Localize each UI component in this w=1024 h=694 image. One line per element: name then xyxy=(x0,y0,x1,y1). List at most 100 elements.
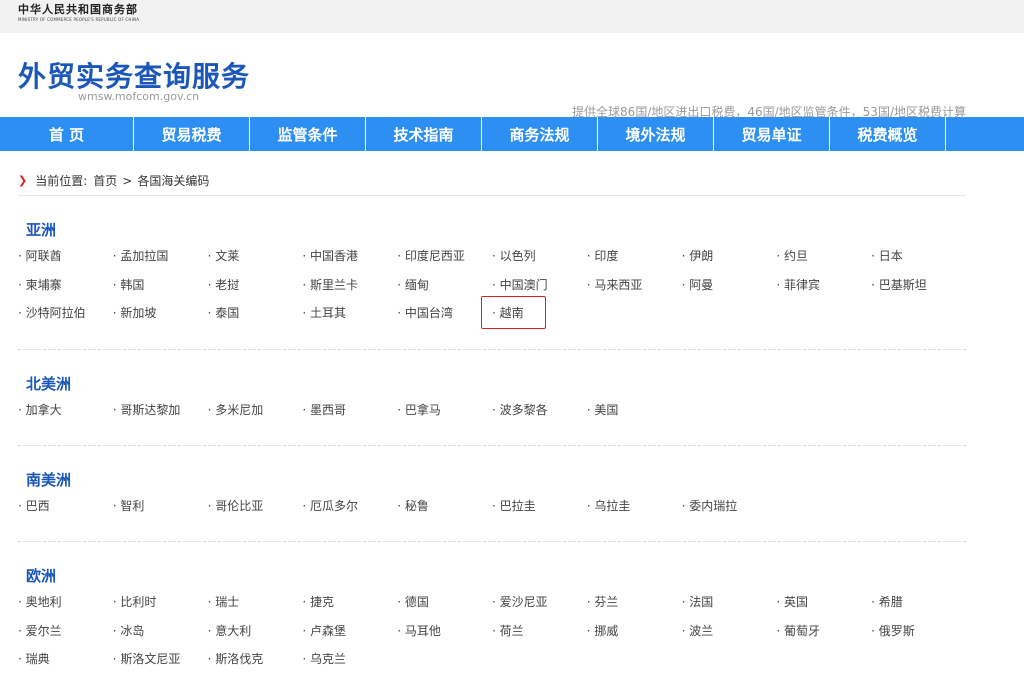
country-link[interactable]: · 英国 xyxy=(776,596,871,625)
country-link-highlighted[interactable]: · 越南 xyxy=(481,296,587,336)
country-link[interactable]: · 文莱 xyxy=(208,250,303,279)
country-link[interactable]: · 波多黎各 xyxy=(492,404,587,433)
country-link[interactable]: · 马来西亚 xyxy=(587,279,682,308)
country-grid-north-america: · 加拿大 · 哥斯达黎加 · 多米尼加 · 墨西哥 · 巴拿马 · 波多黎各 · 美国 xyxy=(18,404,966,433)
country-link[interactable]: · 乌拉圭 xyxy=(587,500,682,529)
nav-trade-tax[interactable]: 贸易税费 xyxy=(134,117,250,151)
region-title-europe: 欧洲 xyxy=(26,567,57,585)
region-north-america: 北美洲 · 加拿大 · 哥斯达黎加 · 多米尼加 · 墨西哥 · 巴拿马 · 波多黎各 · … xyxy=(18,373,966,433)
nav-home[interactable]: 首 页 xyxy=(0,117,134,151)
region-title-south-america: 南美洲 xyxy=(26,471,72,489)
country-link[interactable]: · 奥地利 xyxy=(18,596,113,625)
country-link[interactable]: · 爱沙尼亚 xyxy=(492,596,587,625)
country-link[interactable]: · 德国 xyxy=(397,596,492,625)
country-link[interactable]: · 智利 xyxy=(113,500,208,529)
country-link[interactable]: · 葡萄牙 xyxy=(776,625,871,654)
country-link[interactable]: · 马耳他 xyxy=(397,625,492,654)
country-link[interactable]: · 沙特阿拉伯 xyxy=(18,307,113,336)
ministry-logo[interactable]: 中华人民共和国商务部 MINISTRY OF COMMERCE PEOPLE'S… xyxy=(18,4,139,22)
country-link[interactable]: · 乌克兰 xyxy=(302,653,397,682)
nav-regulatory-conditions[interactable]: 监管条件 xyxy=(250,117,366,151)
country-link[interactable]: · 斯洛文尼亚 xyxy=(113,653,208,682)
chevron-right-icon: ❯ xyxy=(18,174,28,187)
country-grid-europe: · 奥地利 · 比利时 · 瑞士 · 捷克 · 德国 · 爱沙尼亚 · 芬兰 · 法国 · 英国… xyxy=(18,596,966,682)
country-link[interactable]: · 加拿大 xyxy=(18,404,113,433)
country-link[interactable]: · 意大利 xyxy=(208,625,303,654)
nav-technical-guide[interactable]: 技术指南 xyxy=(366,117,482,151)
site-domain: wmsw.mofcom.gov.cn xyxy=(78,90,200,103)
country-link[interactable]: · 韩国 xyxy=(113,279,208,308)
breadcrumb-separator: > xyxy=(122,173,133,188)
country-link[interactable]: · 爱尔兰 xyxy=(18,625,113,654)
country-link[interactable]: · 美国 xyxy=(587,404,682,433)
country-link[interactable]: · 阿联酋 xyxy=(18,250,113,279)
region-south-america: 南美洲 · 巴西 · 智利 · 哥伦比亚 · 厄瓜多尔 · 秘鲁 · 巴拉圭 · 乌拉圭 · … xyxy=(18,469,966,529)
nav-foreign-regulations[interactable]: 境外法规 xyxy=(598,117,714,151)
country-link[interactable]: · 委内瑞拉 xyxy=(682,500,777,529)
region-divider xyxy=(18,541,966,542)
main-nav: 首 页 贸易税费 监管条件 技术指南 商务法规 境外法规 贸易单证 税费概览 xyxy=(0,117,1024,151)
country-link[interactable]: · 巴西 xyxy=(18,500,113,529)
region-europe: 欧洲 · 奥地利 · 比利时 · 瑞士 · 捷克 · 德国 · 爱沙尼亚 · 芬兰 · 法国 ·… xyxy=(18,565,966,682)
site-description: 提供全球86国/地区进出口税费，46国/地区监管条件，53国/地区税费计算 xyxy=(572,105,966,119)
country-link[interactable]: · 菲律宾 xyxy=(776,279,871,308)
region-title-north-america: 北美洲 xyxy=(26,375,72,393)
country-link[interactable]: · 巴拿马 xyxy=(397,404,492,433)
country-link[interactable]: · 约旦 xyxy=(776,250,871,279)
top-bar: 中华人民共和国商务部 MINISTRY OF COMMERCE PEOPLE'S… xyxy=(0,0,1024,33)
country-link[interactable]: · 捷克 xyxy=(302,596,397,625)
breadcrumb: ❯ 当前位置: 首页 > 各国海关编码 xyxy=(18,172,966,189)
country-link[interactable]: · 哥斯达黎加 xyxy=(113,404,208,433)
region-asia: 亚洲 · 阿联酋 · 孟加拉国 · 文莱 · 中国香港 · 印度尼西亚 · 以色列 · 印度… xyxy=(18,219,966,336)
breadcrumb-current: 各国海关编码 xyxy=(137,174,210,188)
country-link[interactable]: · 伊朗 xyxy=(682,250,777,279)
country-link[interactable]: · 比利时 xyxy=(113,596,208,625)
country-link[interactable]: · 波兰 xyxy=(682,625,777,654)
country-link[interactable]: · 多米尼加 xyxy=(208,404,303,433)
country-link[interactable]: · 斯里兰卡 xyxy=(302,279,397,308)
country-link[interactable]: · 芬兰 xyxy=(587,596,682,625)
country-link[interactable]: · 缅甸 xyxy=(397,279,492,308)
country-link[interactable]: · 瑞典 xyxy=(18,653,113,682)
country-link[interactable]: · 挪威 xyxy=(587,625,682,654)
country-link[interactable]: · 中国台湾 xyxy=(397,307,492,336)
country-link[interactable]: · 日本 xyxy=(871,250,966,279)
country-link[interactable]: · 中国香港 xyxy=(302,250,397,279)
country-link[interactable]: · 哥伦比亚 xyxy=(208,500,303,529)
country-link[interactable]: · 斯洛伐克 xyxy=(208,653,303,682)
country-link[interactable]: · 泰国 xyxy=(208,307,303,336)
country-link[interactable]: · 印度尼西亚 xyxy=(397,250,492,279)
country-link[interactable]: · 厄瓜多尔 xyxy=(302,500,397,529)
country-link[interactable]: · 希腊 xyxy=(871,596,966,625)
country-link[interactable]: · 秘鲁 xyxy=(397,500,492,529)
nav-commerce-regulations[interactable]: 商务法规 xyxy=(482,117,598,151)
country-link[interactable]: · 柬埔寨 xyxy=(18,279,113,308)
country-link[interactable]: · 阿曼 xyxy=(682,279,777,308)
country-grid-asia: · 阿联酋 · 孟加拉国 · 文莱 · 中国香港 · 印度尼西亚 · 以色列 · 印度 · 伊… xyxy=(18,250,966,336)
country-link[interactable]: · 以色列 xyxy=(492,250,587,279)
nav-tax-overview[interactable]: 税费概览 xyxy=(830,117,946,151)
breadcrumb-divider xyxy=(18,195,966,196)
country-link[interactable]: · 卢森堡 xyxy=(302,625,397,654)
site-title[interactable]: 外贸实务查询服务 xyxy=(18,55,250,95)
country-link[interactable]: · 冰岛 xyxy=(113,625,208,654)
country-link[interactable]: · 孟加拉国 xyxy=(113,250,208,279)
ministry-name-cn: 中华人民共和国商务部 xyxy=(18,3,138,16)
site-header: 外贸实务查询服务 wmsw.mofcom.gov.cn 提供全球86国/地区进出… xyxy=(0,33,1024,119)
ministry-name-en: MINISTRY OF COMMERCE PEOPLE'S REPUBLIC O… xyxy=(18,17,140,22)
country-link[interactable]: · 土耳其 xyxy=(302,307,397,336)
country-link[interactable]: · 印度 xyxy=(587,250,682,279)
country-link[interactable]: · 新加坡 xyxy=(113,307,208,336)
country-link[interactable]: · 俄罗斯 xyxy=(871,625,966,654)
country-link[interactable]: · 巴基斯坦 xyxy=(871,279,966,308)
region-divider xyxy=(18,445,966,446)
country-link[interactable]: · 荷兰 xyxy=(492,625,587,654)
breadcrumb-home-link[interactable]: 首页 xyxy=(93,172,117,189)
country-link[interactable]: · 瑞士 xyxy=(208,596,303,625)
nav-trade-documents[interactable]: 贸易单证 xyxy=(714,117,830,151)
country-link[interactable]: · 巴拉圭 xyxy=(492,500,587,529)
country-link[interactable]: · 墨西哥 xyxy=(302,404,397,433)
breadcrumb-label: 当前位置: xyxy=(35,174,88,188)
country-link[interactable]: · 老挝 xyxy=(208,279,303,308)
country-link[interactable]: · 法国 xyxy=(682,596,777,625)
